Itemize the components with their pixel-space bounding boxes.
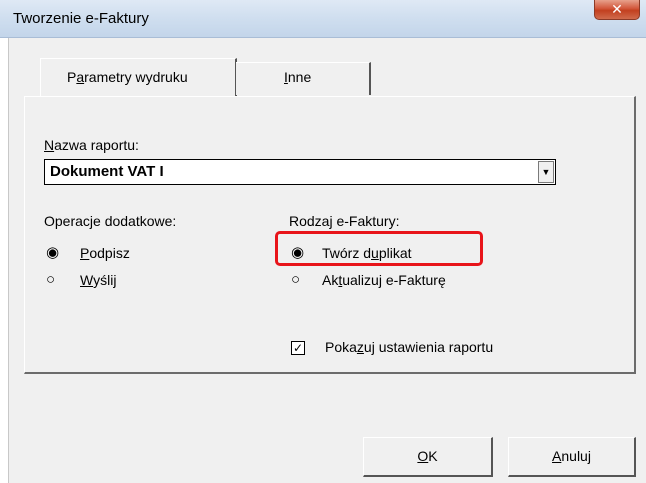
- radio-unselected-icon: ○: [291, 271, 301, 288]
- cancel-button[interactable]: Anuluj: [508, 437, 636, 477]
- ok-button[interactable]: OK: [363, 437, 493, 477]
- tab-label: Parametry wydruku: [67, 69, 188, 85]
- show-settings-checkbox[interactable]: ✓: [291, 341, 305, 355]
- close-button[interactable]: ✕: [594, 0, 640, 20]
- radio-aktualizuj[interactable]: ○: [291, 271, 305, 288]
- radio-wyslij-label[interactable]: Wyślij: [80, 272, 116, 288]
- radio-podpisz[interactable]: ◉: [46, 244, 60, 261]
- dialog-window: Tworzenie e-Faktury ✕ Parametry wydruku …: [0, 0, 646, 483]
- report-name-value: Dokument VAT I: [50, 163, 164, 180]
- radio-selected-icon: ◉: [46, 244, 60, 261]
- radio-aktualizuj-label[interactable]: Aktualizuj e-Fakturę: [322, 272, 446, 288]
- report-name-label: Nazwa raportu:: [44, 137, 139, 153]
- checkmark-icon: ✓: [292, 341, 304, 355]
- show-settings-label[interactable]: Pokazuj ustawienia raportu: [325, 339, 493, 355]
- title-bar[interactable]: Tworzenie e-Faktury ✕: [0, 0, 646, 38]
- invoice-type-heading: Rodzaj e-Faktury:: [289, 213, 400, 229]
- ok-button-label: OK: [417, 448, 438, 464]
- window-title: Tworzenie e-Faktury: [13, 10, 149, 27]
- radio-unselected-icon: ○: [46, 271, 56, 288]
- radio-wyslij[interactable]: ○: [46, 271, 60, 288]
- report-name-select[interactable]: Dokument VAT I ▼: [44, 159, 556, 185]
- tab-label: Inne: [284, 69, 312, 85]
- tab-parametry-wydruku[interactable]: Parametry wydruku: [40, 58, 237, 96]
- chevron-down-icon[interactable]: ▼: [538, 161, 554, 183]
- close-icon: ✕: [611, 1, 623, 17]
- tab-inne[interactable]: Inne: [236, 62, 371, 95]
- radio-podpisz-label[interactable]: Podpisz: [80, 245, 130, 261]
- extra-ops-heading: Operacje dodatkowe:: [44, 213, 177, 229]
- highlight-annotation: [275, 231, 483, 266]
- cancel-button-label: Anuluj: [552, 448, 591, 464]
